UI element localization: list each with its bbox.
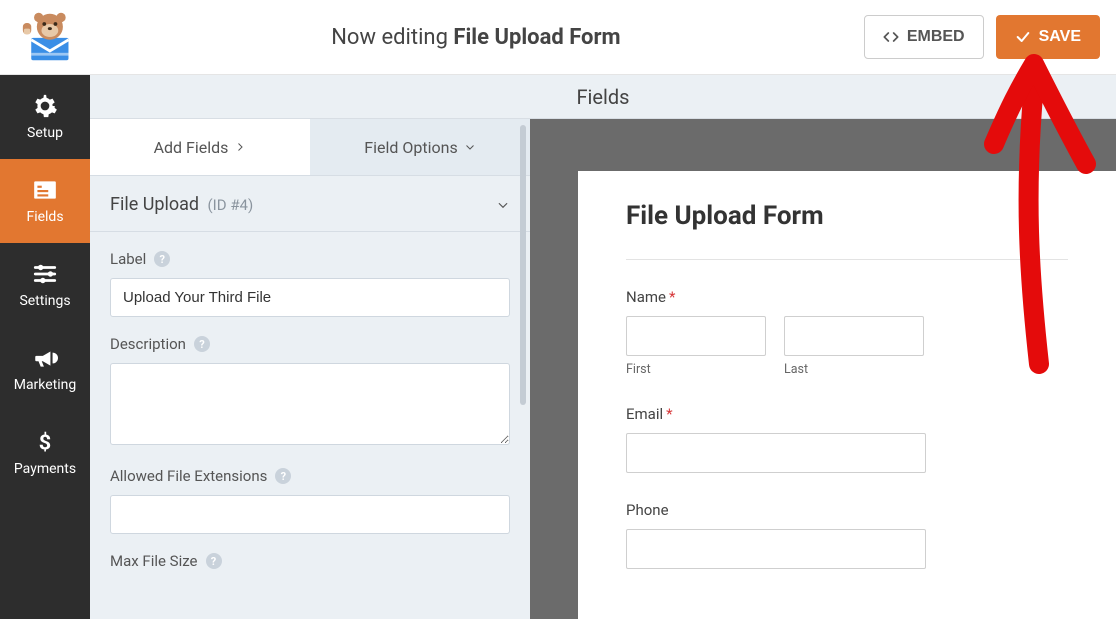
label-text: Description xyxy=(110,335,186,353)
page-title: Now editing File Upload Form xyxy=(88,25,864,50)
help-icon[interactable]: ? xyxy=(275,468,291,484)
field-maxsize-heading: Max File Size ? xyxy=(110,552,510,570)
field-id: (ID #4) xyxy=(208,196,254,214)
preview-name-row: Name* First Last xyxy=(626,288,1068,377)
field-description-heading: Description ? xyxy=(110,335,510,353)
preview-phone-row: Phone xyxy=(626,501,1068,569)
field-section-title: File Upload (ID #4) xyxy=(110,194,253,215)
tab-field-options[interactable]: Field Options xyxy=(310,119,530,175)
dollar-icon: $ xyxy=(32,429,58,455)
preview-first-sub: First xyxy=(626,362,766,377)
svg-text:$: $ xyxy=(39,431,51,455)
center-title: Fields xyxy=(90,75,1116,119)
preview-phone-input[interactable] xyxy=(626,529,926,569)
required-indicator: * xyxy=(666,405,672,423)
help-icon[interactable]: ? xyxy=(194,336,210,352)
field-extensions-heading: Allowed File Extensions ? xyxy=(110,467,510,485)
embed-button[interactable]: EMBED xyxy=(864,15,984,59)
field-maxsize-block: Max File Size ? xyxy=(90,534,530,580)
save-button[interactable]: SAVE xyxy=(996,15,1100,59)
field-label-input[interactable] xyxy=(110,278,510,317)
preview-name-label: Name* xyxy=(626,288,1068,306)
form-preview: File Upload Form Name* First xyxy=(578,171,1116,619)
embed-label: EMBED xyxy=(907,28,965,46)
code-icon xyxy=(883,29,899,45)
label-text: Name xyxy=(626,288,666,306)
center-body: Add Fields Field Options File Upload (ID… xyxy=(90,119,1116,619)
sidebar-item-label: Setup xyxy=(27,125,63,141)
save-label: SAVE xyxy=(1039,28,1081,46)
bear-envelope-icon xyxy=(18,10,78,64)
sidebar-item-label: Fields xyxy=(26,209,63,225)
tab-label: Field Options xyxy=(364,138,457,157)
help-icon[interactable]: ? xyxy=(206,553,222,569)
topbar-actions: EMBED SAVE xyxy=(864,15,1100,59)
preview-first-name-input[interactable] xyxy=(626,316,766,356)
required-indicator: * xyxy=(669,288,675,306)
bullhorn-icon xyxy=(32,345,58,371)
label-text: Label xyxy=(110,250,146,268)
field-extensions-block: Allowed File Extensions ? xyxy=(90,449,530,534)
field-extensions-input[interactable] xyxy=(110,495,510,534)
field-description-block: Description ? xyxy=(90,317,530,449)
center-column: Fields Add Fields Field Options xyxy=(90,75,1116,619)
sidebar-item-fields[interactable]: Fields xyxy=(0,159,90,243)
tab-add-fields[interactable]: Add Fields xyxy=(90,119,310,175)
panel-tabs: Add Fields Field Options xyxy=(90,119,530,175)
chevron-down-icon xyxy=(496,198,510,212)
preview-email-input[interactable] xyxy=(626,433,926,473)
preview-name-inputs: First Last xyxy=(626,316,1068,377)
label-text: Max File Size xyxy=(110,552,198,570)
top-bar: Now editing File Upload Form EMBED SAVE xyxy=(0,0,1116,75)
form-icon xyxy=(32,177,58,203)
help-icon[interactable]: ? xyxy=(154,251,170,267)
preview-email-label: Email* xyxy=(626,405,1068,423)
sidebar-item-label: Payments xyxy=(14,461,76,477)
sidebar-item-marketing[interactable]: Marketing xyxy=(0,327,90,411)
field-section-header[interactable]: File Upload (ID #4) xyxy=(90,175,530,232)
sidebar-item-payments[interactable]: $ Payments xyxy=(0,411,90,495)
field-name: File Upload xyxy=(110,194,199,215)
sidebar-item-settings[interactable]: Settings xyxy=(0,243,90,327)
preview-form-title: File Upload Form xyxy=(626,201,1068,260)
field-label-heading: Label ? xyxy=(110,250,510,268)
sidebar-item-label: Settings xyxy=(19,293,70,309)
center-title-text: Fields xyxy=(577,85,630,109)
preview-last-name-input[interactable] xyxy=(784,316,924,356)
chevron-right-icon xyxy=(234,141,246,153)
field-options-panel: Add Fields Field Options File Upload (ID… xyxy=(90,119,530,619)
check-icon xyxy=(1015,29,1031,45)
gear-icon xyxy=(32,93,58,119)
panel-scrollbar[interactable] xyxy=(520,125,526,405)
field-description-input[interactable] xyxy=(110,363,510,445)
preview-last-sub: Last xyxy=(784,362,924,377)
now-editing-prefix: Now editing xyxy=(331,25,453,50)
form-preview-wrap: File Upload Form Name* First xyxy=(530,119,1116,619)
sidebar-item-setup[interactable]: Setup xyxy=(0,75,90,159)
field-label-block: Label ? xyxy=(90,232,530,317)
form-name: File Upload Form xyxy=(453,25,620,50)
sidebar-item-label: Marketing xyxy=(14,377,77,393)
tab-label: Add Fields xyxy=(154,138,229,157)
left-sidebar: Setup Fields Settings Marketing $ Paymen… xyxy=(0,75,90,619)
label-text: Email xyxy=(626,405,663,423)
preview-email-row: Email* xyxy=(626,405,1068,473)
label-text: Allowed File Extensions xyxy=(110,467,267,485)
app-logo xyxy=(8,10,88,64)
preview-phone-label: Phone xyxy=(626,501,1068,519)
sliders-icon xyxy=(32,261,58,287)
main-area: Setup Fields Settings Marketing $ Paymen… xyxy=(0,75,1116,619)
label-text: Phone xyxy=(626,501,669,519)
chevron-down-icon xyxy=(464,141,476,153)
